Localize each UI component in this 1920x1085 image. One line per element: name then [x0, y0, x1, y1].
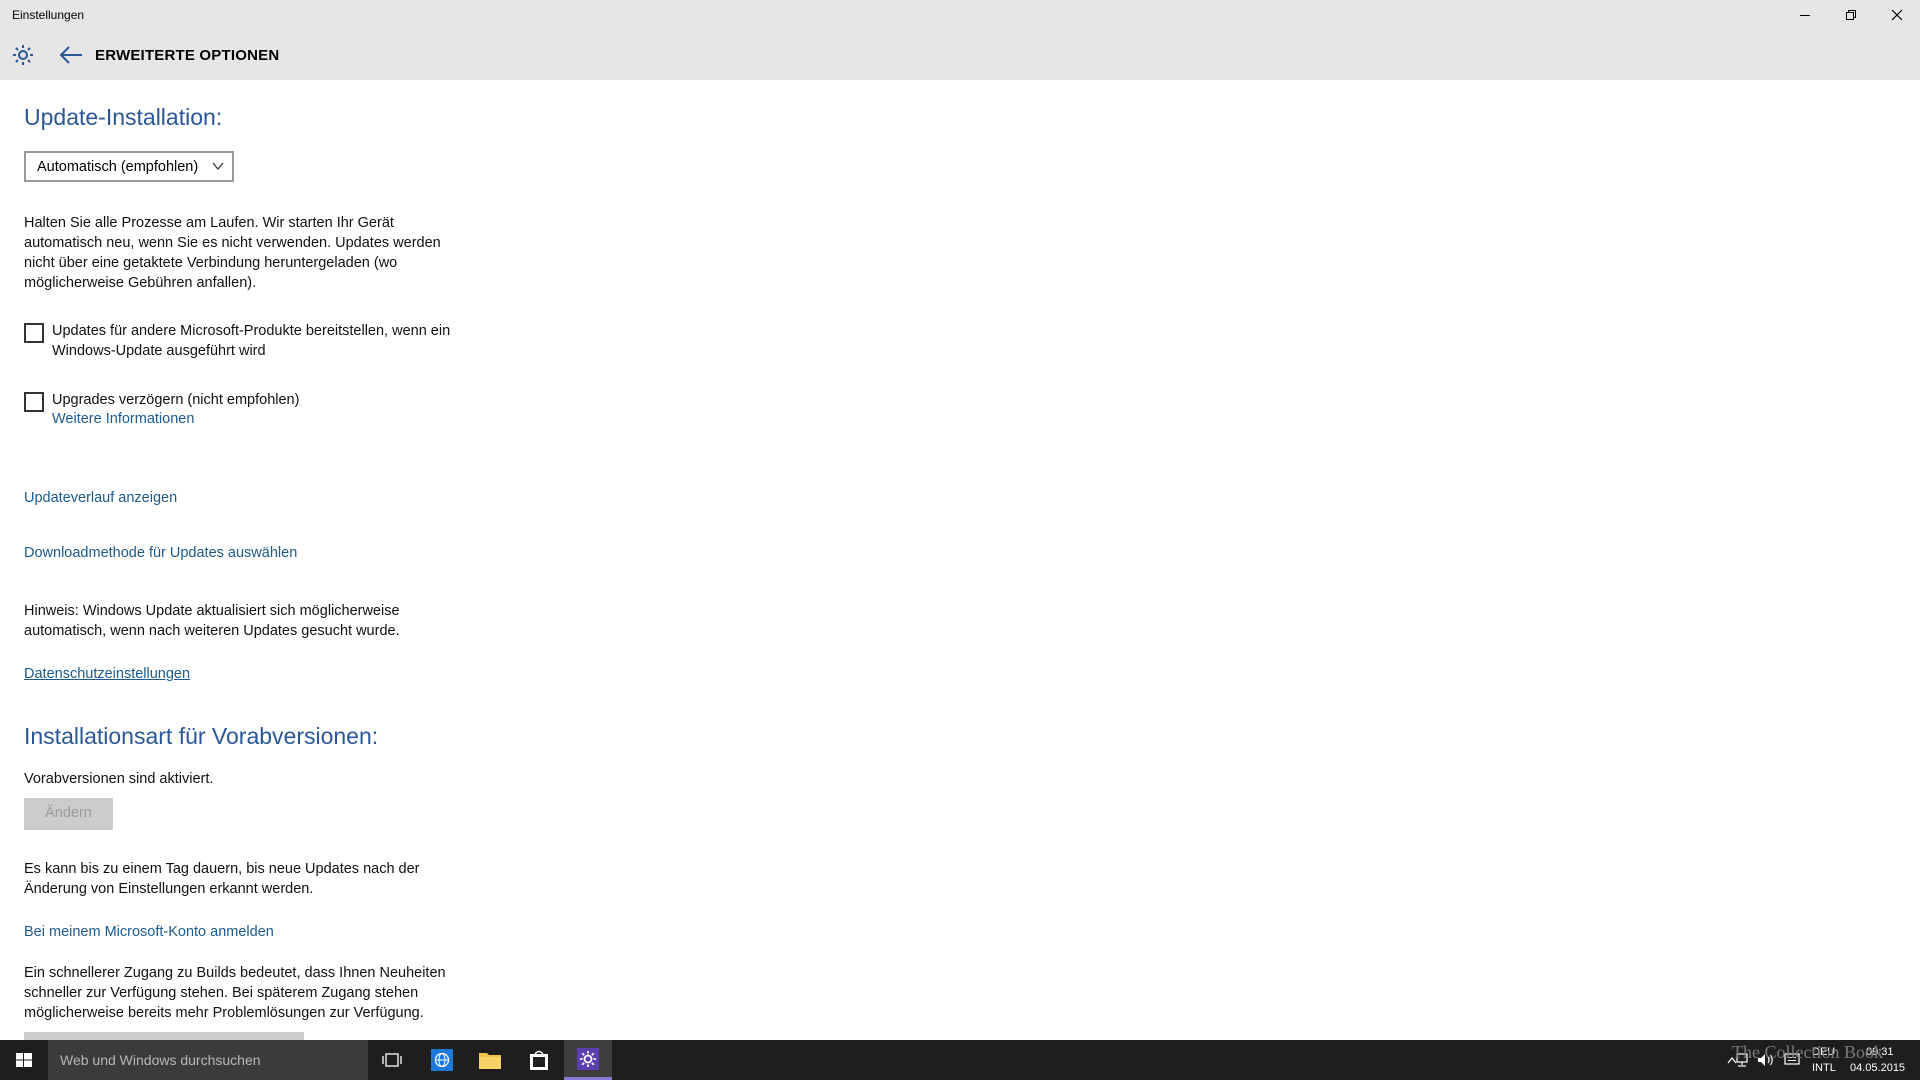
- checkbox-label-line: Windows-Update ausgeführt wird: [52, 343, 266, 359]
- task-view-icon: [382, 1053, 402, 1067]
- defer-upgrades-label[interactable]: Upgrades verzögern (nicht empfohlen): [52, 390, 299, 410]
- update-install-heading: Update-Installation:: [24, 104, 223, 130]
- more-info-link[interactable]: Weitere Informationen: [52, 411, 194, 427]
- gear-icon[interactable]: [11, 43, 35, 67]
- change-button-label: Ändern: [45, 805, 92, 821]
- task-view-button[interactable]: [368, 1040, 416, 1080]
- restore-button[interactable]: [1828, 0, 1874, 30]
- delay-line: Änderung von Einstellungen erkannt werde…: [24, 881, 314, 897]
- settings-header: ERWEITERTE OPTIONEN: [0, 30, 1920, 80]
- folder-icon: [479, 1053, 501, 1069]
- update-history-link[interactable]: Updateverlauf anzeigen: [24, 490, 177, 506]
- description-line: möglicherweise Gebühren anfallen).: [24, 275, 257, 291]
- watermark: The Collection Book: [1732, 1042, 1883, 1062]
- speed-line: möglicherweise bereits mehr Problemlösun…: [24, 1005, 424, 1021]
- taskbar-browser[interactable]: [418, 1040, 466, 1080]
- notice-line: automatisch, wenn nach weiteren Updates …: [24, 623, 400, 639]
- speed-line: Ein schnellerer Zugang zu Builds bedeute…: [24, 965, 446, 981]
- change-button[interactable]: Ändern: [24, 798, 113, 830]
- description-line: nicht über eine getaktete Verbindung her…: [24, 255, 398, 271]
- input-language-bottom[interactable]: INTL: [1812, 1062, 1836, 1074]
- notice-line: Hinweis: Windows Update aktualisiert sic…: [24, 603, 400, 619]
- speed-line: schneller zur Verfügung stehen. Bei spät…: [24, 985, 419, 1001]
- back-arrow-icon[interactable]: [58, 43, 84, 67]
- insider-speed-slider[interactable]: [24, 1032, 304, 1040]
- delay-line: Es kann bis zu einem Tag dauern, bis neu…: [24, 861, 420, 877]
- window-title: Einstellungen: [12, 8, 85, 22]
- taskbar-search-box[interactable]: Web und Windows durchsuchen: [48, 1040, 368, 1080]
- browser-globe-icon: [431, 1049, 453, 1071]
- taskbar-file-explorer[interactable]: [466, 1040, 514, 1080]
- update-install-dropdown[interactable]: Automatisch (empfohlen): [24, 151, 234, 182]
- taskbar: Web und Windows durchsuchen DEU INTL 09:…: [0, 1040, 1920, 1080]
- restore-icon: [1846, 10, 1856, 20]
- taskbar-store[interactable]: [515, 1040, 563, 1080]
- insider-status: Vorabversionen sind aktiviert.: [24, 771, 214, 787]
- taskbar-settings[interactable]: [564, 1040, 612, 1080]
- windows-logo-icon: [16, 1053, 32, 1067]
- defer-upgrades-checkbox[interactable]: [24, 392, 44, 412]
- close-icon: [1891, 9, 1903, 21]
- insider-heading: Installationsart für Vorabversionen:: [24, 723, 379, 749]
- ms-account-link[interactable]: Bei meinem Microsoft-Konto anmelden: [24, 924, 274, 940]
- insider-delay-text: Es kann bis zu einem Tag dauern, bis neu…: [24, 859, 420, 899]
- other-products-checkbox[interactable]: [24, 323, 44, 343]
- chevron-down-icon: [212, 162, 224, 171]
- search-placeholder: Web und Windows durchsuchen: [60, 1052, 261, 1068]
- other-products-label[interactable]: Updates für andere Microsoft-Produkte be…: [52, 321, 450, 361]
- privacy-settings-link[interactable]: Datenschutzeinstellungen: [24, 666, 190, 682]
- dropdown-value: Automatisch (empfohlen): [37, 159, 199, 175]
- settings-content: Update-Installation: Automatisch (empfoh…: [0, 80, 1920, 1040]
- title-bar: Einstellungen: [0, 0, 1920, 30]
- minimize-icon: [1800, 15, 1810, 16]
- clock-date[interactable]: 04.05.2015: [1850, 1062, 1905, 1074]
- windows-update-notice: Hinweis: Windows Update aktualisiert sic…: [24, 601, 400, 641]
- minimize-button[interactable]: [1782, 0, 1828, 30]
- update-install-description: Halten Sie alle Prozesse am Laufen. Wir …: [24, 213, 441, 293]
- close-button[interactable]: [1874, 0, 1920, 30]
- settings-gear-icon: [577, 1047, 599, 1070]
- description-line: automatisch neu, wenn Sie es nicht verwe…: [24, 235, 441, 251]
- start-button[interactable]: [0, 1040, 48, 1080]
- description-line: Halten Sie alle Prozesse am Laufen. Wir …: [24, 215, 394, 231]
- checkbox-label-line: Updates für andere Microsoft-Produkte be…: [52, 323, 451, 339]
- store-bag-icon: [530, 1050, 548, 1070]
- download-method-link[interactable]: Downloadmethode für Updates auswählen: [24, 545, 297, 561]
- page-title: ERWEITERTE OPTIONEN: [95, 47, 280, 64]
- insider-speed-text: Ein schnellerer Zugang zu Builds bedeute…: [24, 963, 446, 1023]
